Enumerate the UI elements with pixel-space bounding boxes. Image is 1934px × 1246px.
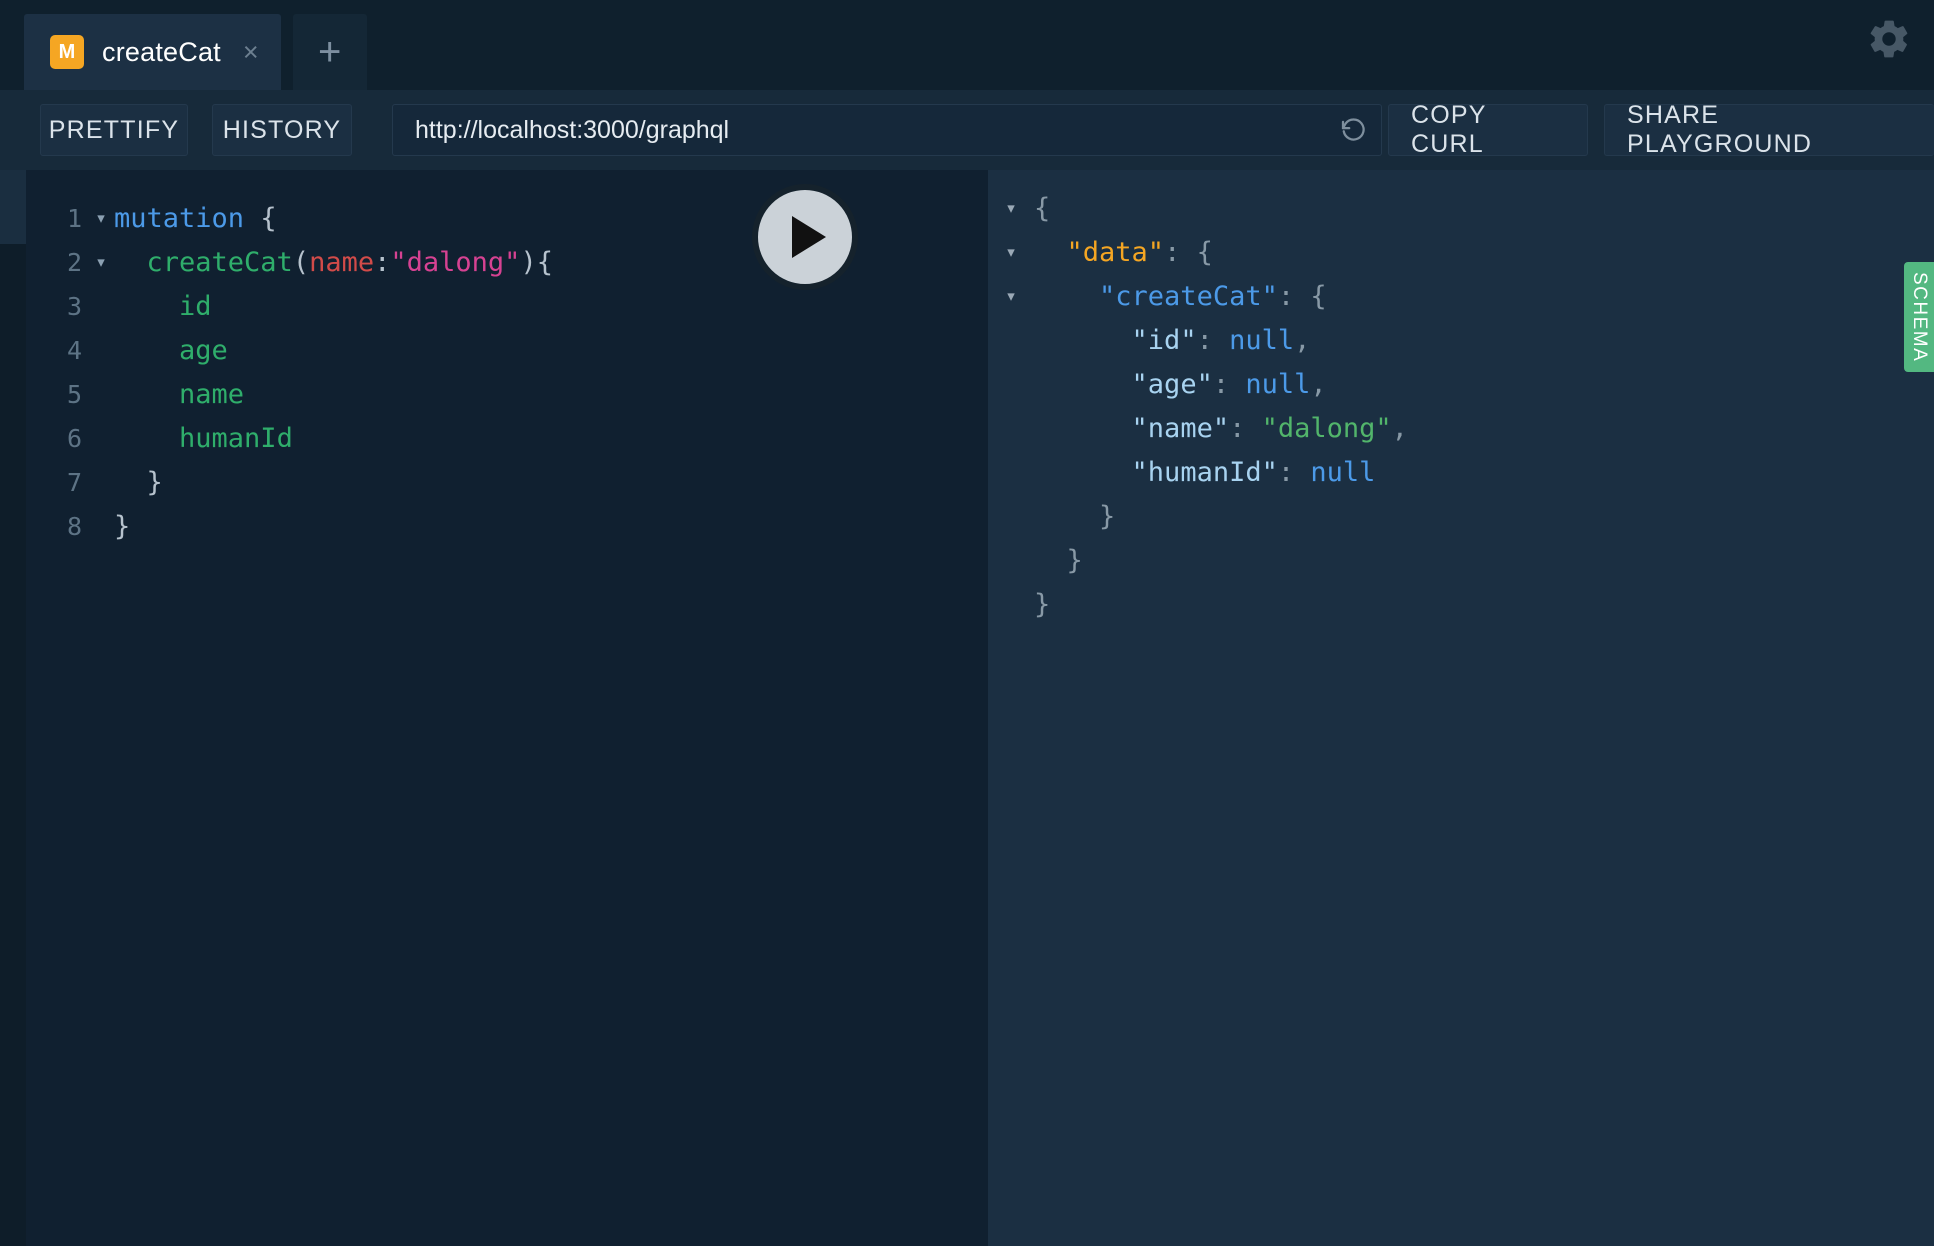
- code-line: 3▾ id: [26, 284, 988, 328]
- response-line: ▾ "id": null,: [988, 318, 1934, 362]
- tab-createcat[interactable]: M createCat ×: [24, 14, 281, 90]
- response-json: ▾{▾ "data": {▾ "createCat": {▾ "id": nul…: [988, 186, 1934, 626]
- response-text: "createCat": {: [1099, 280, 1327, 312]
- play-icon: [792, 216, 826, 258]
- response-line: ▾ "name": "dalong",: [988, 406, 1934, 450]
- response-line: ▾ "createCat": {: [988, 274, 1934, 318]
- reload-icon[interactable]: [1325, 105, 1381, 155]
- history-button[interactable]: HISTORY: [212, 104, 352, 156]
- response-line: ▾}: [988, 582, 1934, 626]
- url-input[interactable]: [393, 115, 1325, 145]
- line-number: 3: [66, 291, 82, 321]
- mutation-badge: M: [50, 35, 84, 69]
- line-number: 4: [66, 335, 82, 365]
- new-tab-button[interactable]: +: [292, 14, 367, 90]
- tab-label: createCat: [102, 36, 221, 67]
- line-number: 1: [66, 203, 82, 233]
- line-number: 2: [66, 247, 82, 277]
- response-line: ▾ "age": null,: [988, 362, 1934, 406]
- response-line: ▾ "humanId": null: [988, 450, 1934, 494]
- share-playground-button[interactable]: SHARE PLAYGROUND: [1604, 101, 1934, 158]
- code-text: }: [146, 466, 163, 498]
- code-line: 5▾ name: [26, 372, 988, 416]
- code-text: createCat(name:"dalong"){: [146, 246, 553, 278]
- fold-arrow-icon[interactable]: ▾: [88, 253, 114, 271]
- code-line: 7▾ }: [26, 460, 988, 504]
- prettify-button[interactable]: PRETTIFY: [40, 104, 188, 156]
- line-number: 6: [66, 423, 82, 453]
- code-text: name: [179, 378, 245, 410]
- response-text: }: [1034, 500, 1116, 532]
- response-text: }: [1034, 544, 1083, 576]
- code-line: 8▾}: [26, 504, 988, 548]
- fold-arrow-icon[interactable]: ▾: [988, 243, 1034, 261]
- endpoint-url-bar[interactable]: [392, 104, 1382, 156]
- playground-window: M createCat × + PRETTIFY HISTORY COPY: [0, 0, 1934, 1246]
- tab-bar: M createCat × +: [0, 0, 1934, 90]
- response-line: ▾{: [988, 186, 1934, 230]
- response-line: ▾ "data": {: [988, 230, 1934, 274]
- code-line: 6▾ humanId: [26, 416, 988, 460]
- response-text: }: [1034, 588, 1051, 620]
- close-icon[interactable]: ×: [243, 38, 259, 66]
- line-number: 7: [66, 467, 82, 497]
- rail-active-strip: [0, 170, 26, 244]
- response-text: "data": {: [1066, 236, 1213, 268]
- fold-arrow-icon[interactable]: ▾: [88, 209, 114, 227]
- execute-query-button[interactable]: [752, 184, 858, 290]
- code-line: 4▾ age: [26, 328, 988, 372]
- response-text: {: [1034, 192, 1051, 224]
- line-number: 8: [66, 511, 82, 541]
- code-text: }: [114, 510, 131, 542]
- fold-arrow-icon[interactable]: ▾: [988, 287, 1034, 305]
- copy-curl-button[interactable]: COPY CURL: [1388, 101, 1588, 158]
- schema-tab[interactable]: SCHEMA: [1904, 262, 1934, 372]
- fold-arrow-icon[interactable]: ▾: [988, 199, 1034, 217]
- gear-icon[interactable]: [1866, 16, 1912, 62]
- line-number: 5: [66, 379, 82, 409]
- query-editor[interactable]: 1 ▾ mutation {2 ▾ createCat(name:"dalong"){…: [26, 170, 988, 1246]
- code-text: id: [179, 290, 212, 322]
- response-text: "name": "dalong",: [1131, 412, 1408, 444]
- code-text: humanId: [179, 422, 293, 454]
- toolbar: PRETTIFY HISTORY COPY CURL SHARE PLAYGRO…: [0, 90, 1934, 170]
- response-text: "age": null,: [1131, 368, 1327, 400]
- code-text: mutation {: [114, 202, 277, 234]
- tab-list: M createCat × +: [24, 14, 367, 90]
- response-pane: ▾{▾ "data": {▾ "createCat": {▾ "id": nul…: [988, 170, 1934, 1246]
- response-text: "humanId": null: [1131, 456, 1376, 488]
- left-rail: [0, 170, 26, 1246]
- code-text: age: [179, 334, 228, 366]
- response-line: ▾ }: [988, 494, 1934, 538]
- response-line: ▾ }: [988, 538, 1934, 582]
- response-text: "id": null,: [1131, 324, 1311, 356]
- schema-tab-label: SCHEMA: [1909, 271, 1930, 363]
